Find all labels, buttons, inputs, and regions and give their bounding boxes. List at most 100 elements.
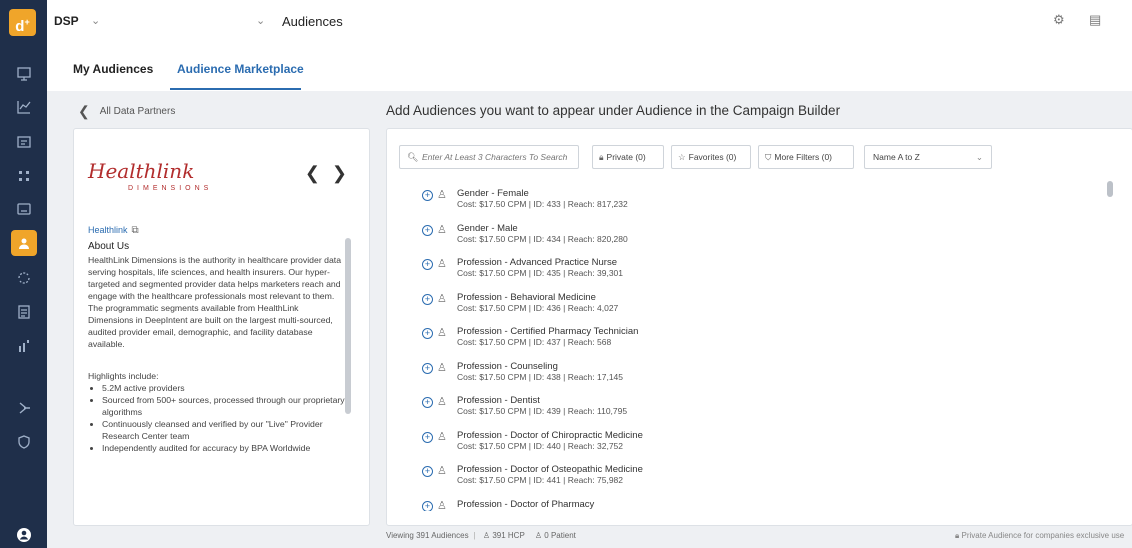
audience-list: + ♙ Gender - Female Cost: $17.50 CPM | ID: …	[417, 186, 1057, 511]
private-audience-note: 🔒︎ Private Audience for companies exclus…	[955, 531, 1125, 540]
reports-icon[interactable]	[13, 130, 35, 152]
hcp-icon: ♙	[437, 292, 447, 305]
list-item: Independently audited for accuracy by BP…	[102, 442, 346, 454]
audience-name: Profession - Certified Pharmacy Technici…	[457, 326, 639, 337]
list-item[interactable]: + ♙ Profession - Advanced Practice Nurse Co…	[417, 255, 1057, 290]
audience-name: Gender - Male	[457, 222, 518, 234]
audience-name: Profession - Advanced Practice Nurse	[457, 257, 617, 268]
hcp-icon: ♙	[482, 531, 491, 540]
add-icon[interactable]: +	[422, 466, 433, 477]
list-item[interactable]: + ♙ Profession - Dentist Cost: $17.50 CPM |…	[417, 393, 1057, 428]
campaigns-icon[interactable]	[13, 62, 35, 84]
highlights-heading: Highlights include:	[88, 371, 159, 381]
support-icon[interactable]	[13, 396, 35, 418]
list-item[interactable]: + ♙ Profession - Doctor of Pharmacy	[417, 497, 1057, 511]
product-switcher[interactable]: DSP	[54, 14, 79, 28]
page-title: Audiences	[282, 14, 343, 29]
sort-select[interactable]: Name A to Z ⌄	[864, 145, 992, 169]
patient-icon: ♙	[534, 531, 543, 540]
partner-logo: Healthlink DIMENSIONS	[88, 159, 213, 192]
add-icon[interactable]: +	[422, 362, 433, 374]
search-field[interactable]: 🔍︎	[399, 145, 579, 169]
audience-name: Profession - Dentist	[457, 395, 540, 406]
highlights-list: 5.2M active providers Sourced from 500+ …	[102, 382, 346, 454]
list-item[interactable]: + ♙ Gender - Male Cost: $17.50 CPM | ID: 43…	[417, 221, 1057, 256]
audience-meta: Cost: $17.50 CPM | ID: 438 | Reach: 17,1…	[457, 371, 624, 382]
tab-audience-marketplace[interactable]: Audience Marketplace	[177, 62, 304, 76]
search-input[interactable]	[422, 149, 572, 165]
add-icon[interactable]: +	[422, 500, 433, 511]
tab-my-audiences[interactable]: My Audiences	[73, 62, 153, 76]
notes-icon[interactable]: ▤	[1089, 12, 1101, 28]
left-nav-rail: d+	[0, 0, 47, 548]
admin-icon[interactable]	[13, 430, 35, 452]
prev-partner-icon[interactable]: ❮	[305, 163, 320, 183]
list-item[interactable]: + ♙ Profession - Doctor of Chiropractic Me…	[417, 428, 1057, 463]
about-paragraph: HealthLink Dimensions is the authority i…	[88, 255, 342, 301]
audience-meta: Cost: $17.50 CPM | ID: 433 | Reach: 817,…	[457, 199, 628, 209]
sync-icon[interactable]	[13, 266, 35, 288]
tab-bar: My Audiences Audience Marketplace	[47, 44, 1132, 91]
audience-meta: Cost: $17.50 CPM | ID: 441 | Reach: 75,9…	[457, 475, 624, 485]
hcp-icon: ♙	[437, 430, 447, 443]
audience-meta: Cost: $17.50 CPM | ID: 435 | Reach: 39,3…	[457, 268, 624, 278]
creatives-icon[interactable]	[13, 164, 35, 186]
filter-icon: ⛉	[765, 152, 772, 162]
audiences-icon[interactable]	[11, 230, 37, 256]
insights-icon[interactable]	[13, 334, 35, 356]
chevron-down-icon[interactable]: ⌄	[91, 14, 100, 27]
about-partner-text[interactable]: About Us HealthLink Dimensions is the au…	[88, 241, 346, 525]
favorites-filter-button[interactable]: ☆ Favorites (0)	[671, 145, 751, 169]
audience-list-panel: 🔍︎ 🔒︎Private (0) ☆Favorites (0) ⛉More Fi…	[386, 128, 1132, 526]
add-icon[interactable]: +	[422, 431, 433, 443]
list-item[interactable]: + ♙ Profession - Doctor of Osteopathic Med…	[417, 462, 1057, 497]
inventory-icon[interactable]	[13, 197, 35, 219]
next-partner-icon[interactable]: ❯	[332, 163, 347, 183]
more-filters-button[interactable]: ⛉ More Filters (0)	[758, 145, 854, 169]
analytics-icon[interactable]	[13, 95, 35, 117]
top-bar: DSP ⌄ ⌄ Audiences ⚙ ▤	[47, 0, 1132, 44]
hcp-icon: ♙	[437, 361, 447, 374]
back-to-data-partners[interactable]: ❮ All Data Partners	[78, 103, 175, 120]
settings-icon[interactable]: ⚙	[1053, 12, 1065, 28]
scrollbar[interactable]	[1107, 181, 1113, 197]
hcp-icon: ♙	[437, 258, 447, 270]
list-item: Continuously cleansed and verified by ou…	[102, 418, 346, 442]
audience-meta: Cost: $17.50 CPM | ID: 437 | Reach: 568	[457, 337, 612, 347]
audience-name: Profession - Behavioral Medicine	[457, 291, 596, 303]
hcp-count: 391 HCP	[492, 531, 525, 540]
add-icon[interactable]: +	[422, 397, 433, 408]
search-icon: 🔍︎	[407, 152, 419, 162]
audience-meta: Cost: $17.50 CPM | ID: 439 | Reach: 110,…	[457, 406, 628, 416]
hcp-icon: ♙	[437, 327, 447, 339]
audience-meta: Cost: $17.50 CPM | ID: 434 | Reach: 820,…	[457, 233, 628, 244]
chevron-left-icon: ❮	[78, 103, 90, 119]
audience-name: Profession - Doctor of Osteopathic Medic…	[457, 464, 643, 475]
scrollbar[interactable]	[345, 238, 351, 414]
add-icon[interactable]: +	[422, 224, 433, 236]
app-logo[interactable]: d+	[9, 9, 36, 36]
list-item[interactable]: + ♙ Profession - Certified Pharmacy Techni…	[417, 324, 1057, 359]
hcp-icon: ♙	[437, 396, 447, 408]
documents-icon[interactable]	[13, 300, 35, 322]
add-icon[interactable]: +	[422, 259, 433, 270]
lock-icon: 🔒︎	[599, 152, 604, 162]
private-filter-button[interactable]: 🔒︎ Private (0)	[592, 145, 664, 169]
viewing-count: Viewing 391 Audiences	[386, 531, 469, 540]
add-icon[interactable]: +	[422, 293, 433, 305]
add-icon[interactable]: +	[422, 190, 433, 201]
lock-icon: 🔒︎	[955, 531, 960, 540]
hcp-icon: ♙	[437, 189, 447, 201]
partner-detail-panel: Healthlink DIMENSIONS ❮ ❯ Healthlink ⧉ Abo…	[73, 128, 370, 526]
list-item[interactable]: + ♙ Gender - Female Cost: $17.50 CPM | ID: …	[417, 186, 1057, 221]
account-icon[interactable]	[13, 523, 35, 545]
list-item: Sourced from 500+ sources, processed thr…	[102, 394, 346, 418]
partner-website-link[interactable]: Healthlink ⧉	[88, 225, 139, 236]
list-item[interactable]: + ♙ Profession - Counseling Cost: $17.50 CP…	[417, 359, 1057, 394]
chevron-down-icon[interactable]: ⌄	[256, 14, 265, 27]
hcp-icon: ♙	[437, 465, 447, 477]
list-item[interactable]: + ♙ Profession - Behavioral Medicine Cost: …	[417, 290, 1057, 325]
add-icon[interactable]: +	[422, 328, 433, 339]
audience-meta: Cost: $17.50 CPM | ID: 440 | Reach: 32,7…	[457, 440, 624, 451]
section-title: Add Audiences you want to appear under A…	[386, 103, 841, 118]
